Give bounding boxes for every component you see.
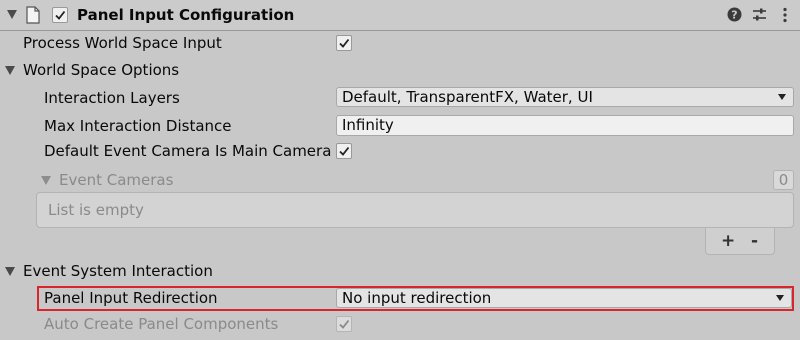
- highlight-box: [37, 286, 794, 311]
- event-cameras-label[interactable]: Event Cameras: [59, 170, 173, 190]
- interaction-layers-value: Default, TransparentFX, Water, UI: [342, 88, 593, 106]
- more-menu-icon[interactable]: [782, 7, 788, 27]
- help-icon[interactable]: ?: [727, 7, 742, 26]
- event-cameras-list-footer: + -: [705, 228, 775, 255]
- interaction-layers-label: Interaction Layers: [44, 89, 180, 107]
- remove-item-button[interactable]: -: [751, 231, 758, 251]
- default-event-camera-label: Default Event Camera Is Main Camera: [44, 142, 332, 160]
- world-space-options-foldout-icon[interactable]: [5, 66, 15, 75]
- interaction-layers-dropdown[interactable]: Default, TransparentFX, Water, UI: [336, 87, 794, 107]
- max-interaction-distance-label: Max Interaction Distance: [44, 117, 232, 135]
- foldout-arrow-icon[interactable]: [7, 10, 17, 19]
- event-cameras-count-field[interactable]: 0: [773, 170, 794, 190]
- max-interaction-distance-field[interactable]: Infinity: [336, 115, 794, 136]
- event-system-interaction-label[interactable]: Event System Interaction: [23, 261, 213, 281]
- event-cameras-foldout-icon[interactable]: [41, 176, 51, 185]
- component-header: Panel Input Configuration ?: [0, 0, 800, 31]
- world-space-options-label[interactable]: World Space Options: [23, 60, 179, 80]
- svg-text:?: ?: [731, 9, 737, 22]
- event-cameras-list: List is empty: [36, 192, 794, 228]
- process-world-space-input-label: Process World Space Input: [23, 34, 222, 52]
- script-icon: [26, 6, 40, 28]
- auto-create-panel-components-label: Auto Create Panel Components: [44, 315, 279, 333]
- component-enabled-checkbox[interactable]: [52, 7, 68, 23]
- event-system-interaction-foldout-icon[interactable]: [5, 267, 15, 276]
- list-empty-text: List is empty: [48, 201, 144, 219]
- auto-create-panel-components-checkbox: [336, 316, 352, 332]
- process-world-space-input-checkbox[interactable]: [336, 35, 352, 51]
- component-title: Panel Input Configuration: [77, 6, 295, 24]
- presets-icon[interactable]: [752, 7, 767, 26]
- max-interaction-distance-value: Infinity: [342, 116, 394, 134]
- default-event-camera-checkbox[interactable]: [336, 143, 352, 159]
- add-item-button[interactable]: +: [721, 231, 735, 251]
- dropdown-arrow-icon: [778, 94, 786, 100]
